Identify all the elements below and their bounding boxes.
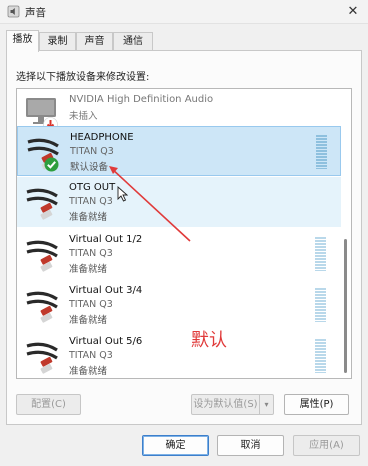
device-name: Virtual Out 5/6 <box>69 336 143 347</box>
level-meter <box>315 237 326 271</box>
device-status: 准备就绪 <box>69 264 108 275</box>
chevron-down-icon[interactable]: ▾ <box>259 395 273 414</box>
level-meter <box>315 288 326 322</box>
title-bar: 声音 ✕ <box>0 0 368 24</box>
level-meter <box>316 135 327 169</box>
device-status: 准备就绪 <box>69 212 108 223</box>
annotation-label: 默认 <box>191 330 227 351</box>
rca-cable-icon <box>26 240 58 272</box>
device-name: Virtual Out 3/4 <box>69 285 143 296</box>
device-name: HEADPHONE <box>70 132 134 143</box>
default-check-icon <box>44 157 59 172</box>
device-status: 准备就绪 <box>69 315 108 326</box>
configure-button[interactable]: 配置(C) <box>16 394 81 415</box>
scrollbar-thumb[interactable] <box>344 239 347 373</box>
tab-playback[interactable]: 播放 <box>6 30 39 52</box>
device-list[interactable]: NVIDIA High Definition Audio 未插入 HEADPHO… <box>16 88 352 379</box>
mouse-cursor-icon <box>117 186 128 202</box>
rca-cable-icon <box>26 291 58 323</box>
close-button[interactable]: ✕ <box>342 2 364 22</box>
level-meter <box>315 339 326 373</box>
device-model: TITAN Q3 <box>70 146 114 157</box>
device-item-otg-out[interactable]: OTG OUT TITAN Q3 准备就绪 <box>17 177 341 227</box>
device-model: TITAN Q3 <box>69 350 113 361</box>
device-item-virtual-out-5-6[interactable]: Virtual Out 5/6 TITAN Q3 准备就绪 <box>17 331 341 378</box>
set-default-button[interactable]: 设为默认值(S) ▾ <box>191 394 274 415</box>
rca-cable-icon <box>26 342 58 374</box>
device-model: TITAN Q3 <box>69 248 113 259</box>
speaker-icon <box>7 5 20 18</box>
properties-button[interactable]: 属性(P) <box>284 394 349 415</box>
device-status: 默认设备 <box>70 162 109 173</box>
device-status: 准备就绪 <box>69 366 108 377</box>
device-item-virtual-out-3-4[interactable]: Virtual Out 3/4 TITAN Q3 准备就绪 <box>17 280 341 330</box>
device-name: OTG OUT <box>69 182 116 193</box>
instruction-text: 选择以下播放设备来修改设置: <box>16 72 150 83</box>
tab-recording[interactable]: 录制 <box>39 32 76 51</box>
device-model: TITAN Q3 <box>69 196 113 207</box>
tab-communications[interactable]: 通信 <box>113 32 153 51</box>
set-default-label: 设为默认值(S) <box>193 399 258 410</box>
apply-button[interactable]: 应用(A) <box>293 435 360 456</box>
device-name: NVIDIA High Definition Audio <box>69 94 214 105</box>
tab-sounds[interactable]: 声音 <box>76 32 113 51</box>
device-model: TITAN Q3 <box>69 299 113 310</box>
rca-cable-icon <box>26 188 58 220</box>
device-status: 未插入 <box>69 111 98 122</box>
device-item-virtual-out-1-2[interactable]: Virtual Out 1/2 TITAN Q3 准备就绪 <box>17 229 341 279</box>
list-scrollbar[interactable] <box>342 91 349 376</box>
device-name: Virtual Out 1/2 <box>69 234 143 245</box>
device-item-headphone[interactable]: HEADPHONE TITAN Q3 默认设备 <box>17 126 341 176</box>
ok-button[interactable]: 确定 <box>142 435 209 456</box>
playback-panel: 选择以下播放设备来修改设置: NVIDIA High Definition Au… <box>6 50 362 425</box>
cancel-button[interactable]: 取消 <box>217 435 284 456</box>
window-title: 声音 <box>25 7 46 19</box>
